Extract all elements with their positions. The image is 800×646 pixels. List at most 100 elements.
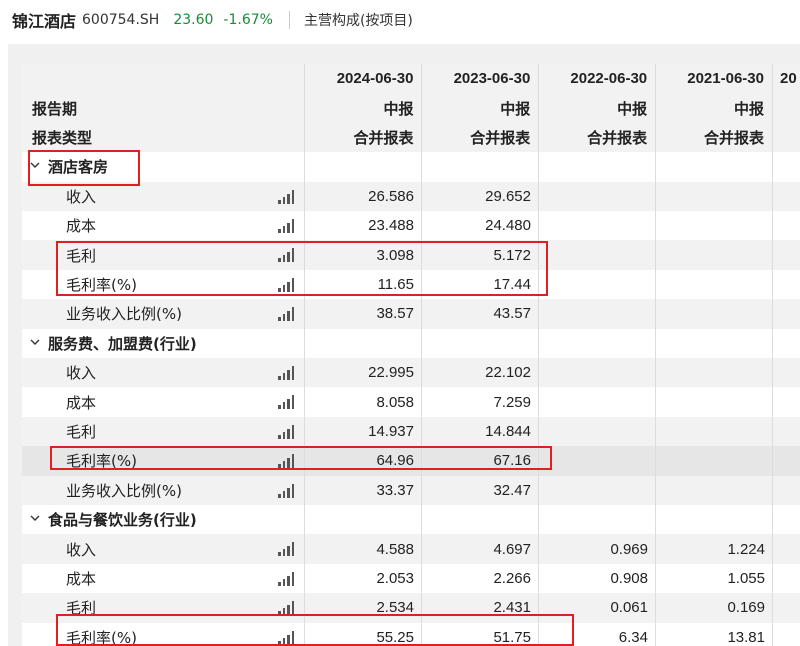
table-cell: 2.534 xyxy=(376,599,414,617)
stock-change: -1.67% xyxy=(223,12,273,28)
stock-name: 锦江酒店 xyxy=(12,12,77,31)
type-label: 报表类型 xyxy=(32,128,93,147)
bar-chart-icon[interactable] xyxy=(278,424,294,439)
section-row[interactable]: 食品与餐饮业务(行业) xyxy=(22,505,800,534)
table-row[interactable]: 毛利率(%) 64.96 67.16 xyxy=(22,446,800,476)
table-cell xyxy=(539,299,656,328)
column-divider xyxy=(655,64,656,646)
bar-chart-icon[interactable] xyxy=(278,483,294,498)
bar-chart-icon[interactable] xyxy=(278,219,294,233)
table-cell xyxy=(656,211,773,240)
tab-main-composition[interactable]: 主营构成(按项目) xyxy=(304,10,413,30)
table-cell xyxy=(656,152,773,181)
col-date-1[interactable]: 2024-06-30 xyxy=(305,64,422,93)
table-cell: 3.098 xyxy=(376,246,414,264)
table-row[interactable]: 业务收入比例(%) 33.37 32.47 xyxy=(22,475,800,505)
table-cell: 14.844 xyxy=(485,422,531,440)
row-label: 业务收入比例(%) xyxy=(66,481,182,500)
table-row[interactable]: 成本 23.488 24.480 xyxy=(22,211,800,240)
table-cell xyxy=(539,476,656,505)
bar-chart-icon[interactable] xyxy=(278,395,294,410)
table-cell xyxy=(539,182,656,211)
table-row[interactable]: 成本 2.053 2.266 0.908 1.055 xyxy=(22,564,800,593)
table-cell: 26.586 xyxy=(368,187,414,205)
table-row[interactable]: 业务收入比例(%) 38.57 43.57 xyxy=(22,299,800,329)
table-cell: 11.65 xyxy=(377,275,414,293)
table-cell: 0.061 xyxy=(610,599,648,617)
table-cell: 7.259 xyxy=(493,393,531,411)
bar-chart-icon[interactable] xyxy=(278,601,294,616)
table-cell: 64.96 xyxy=(376,452,414,470)
table-row[interactable]: 收入 4.588 4.697 0.969 1.224 xyxy=(22,534,800,564)
table-cell xyxy=(656,182,773,211)
table-cell xyxy=(422,152,539,181)
period-label: 报告期 xyxy=(32,99,78,118)
table-row[interactable]: 收入 22.995 22.102 xyxy=(22,358,800,388)
row-label: 收入 xyxy=(66,540,97,559)
row-label: 成本 xyxy=(66,393,97,412)
type-value: 合并报表 xyxy=(587,129,648,147)
table-row[interactable]: 毛利率(%) 11.65 17.44 xyxy=(22,270,800,299)
table-cell: 22.995 xyxy=(368,364,414,382)
column-divider xyxy=(421,64,422,646)
chevron-down-icon[interactable] xyxy=(30,513,40,523)
stock-code: 600754.SH xyxy=(82,12,160,28)
table-row[interactable]: 毛利 14.937 14.844 xyxy=(22,416,800,447)
col-date-2[interactable]: 2023-06-30 xyxy=(421,64,538,93)
row-label: 成本 xyxy=(66,217,97,236)
table-cell: 43.57 xyxy=(493,305,531,323)
table-row[interactable]: 毛利 3.098 5.172 xyxy=(22,240,800,270)
table-cell xyxy=(539,387,656,416)
table-row[interactable]: 收入 26.586 29.652 xyxy=(22,181,800,211)
table-cell: 4.697 xyxy=(493,540,531,558)
table-cell: 2.053 xyxy=(376,569,414,587)
stock-price: 23.60 xyxy=(173,12,214,28)
bar-chart-icon[interactable] xyxy=(278,454,294,469)
col-date-4[interactable]: 2021-06-30 xyxy=(655,64,772,93)
table-row[interactable]: 毛利率(%) 55.25 51.75 6.34 13.81 xyxy=(22,623,800,646)
table-cell xyxy=(656,446,773,475)
table-cell xyxy=(539,358,656,387)
section-row[interactable]: 服务费、加盟费(行业) xyxy=(22,329,800,358)
period-value: 中报 xyxy=(617,100,648,118)
table-cell xyxy=(539,240,656,269)
bar-chart-icon[interactable] xyxy=(278,571,294,586)
bar-chart-icon[interactable] xyxy=(278,630,294,645)
table-cell: 1.055 xyxy=(727,569,765,587)
composition-table: 2024-06-30 2023-06-30 2022-06-30 2021-06… xyxy=(22,64,800,646)
col-date-3[interactable]: 2022-06-30 xyxy=(538,64,655,93)
table-cell xyxy=(539,329,656,358)
header-label-empty xyxy=(22,64,304,93)
stock-header: 锦江酒店 600754.SH 23.60 -1.67% 主营构成(按项目) xyxy=(0,0,800,40)
table-cell: 1.224 xyxy=(727,540,765,558)
section-name: 服务费、加盟费(行业) xyxy=(48,334,197,353)
type-value: 合并报表 xyxy=(353,129,414,147)
table-cell xyxy=(539,270,656,299)
row-label: 毛利率(%) xyxy=(66,628,137,646)
table-cell: 51.75 xyxy=(493,628,531,646)
header-divider xyxy=(288,11,290,29)
table-cell: 2.266 xyxy=(493,569,531,587)
table-cell xyxy=(656,387,773,416)
table-cell xyxy=(539,505,656,534)
type-value: 合并报表 xyxy=(470,129,531,147)
header-row-date: 2024-06-30 2023-06-30 2022-06-30 2021-06… xyxy=(22,64,800,94)
chevron-down-icon[interactable] xyxy=(30,337,40,347)
row-label: 毛利率(%) xyxy=(66,275,137,294)
bar-chart-icon[interactable] xyxy=(278,248,294,263)
section-row[interactable]: 酒店客房 xyxy=(22,152,800,181)
chevron-down-icon[interactable] xyxy=(30,160,40,170)
bar-chart-icon[interactable] xyxy=(278,366,294,380)
bar-chart-icon[interactable] xyxy=(278,189,294,204)
bar-chart-icon[interactable] xyxy=(278,277,294,292)
table-cell: 33.37 xyxy=(376,481,414,499)
bar-chart-icon[interactable] xyxy=(278,542,294,557)
col-date-5[interactable]: 20 xyxy=(772,64,800,93)
table-cell xyxy=(422,329,539,358)
table-cell xyxy=(656,329,773,358)
table-cell: 0.969 xyxy=(610,540,648,558)
period-value xyxy=(772,93,800,122)
bar-chart-icon[interactable] xyxy=(278,307,294,322)
table-row[interactable]: 毛利 2.534 2.431 0.061 0.169 xyxy=(22,593,800,623)
table-row[interactable]: 成本 8.058 7.259 xyxy=(22,387,800,416)
